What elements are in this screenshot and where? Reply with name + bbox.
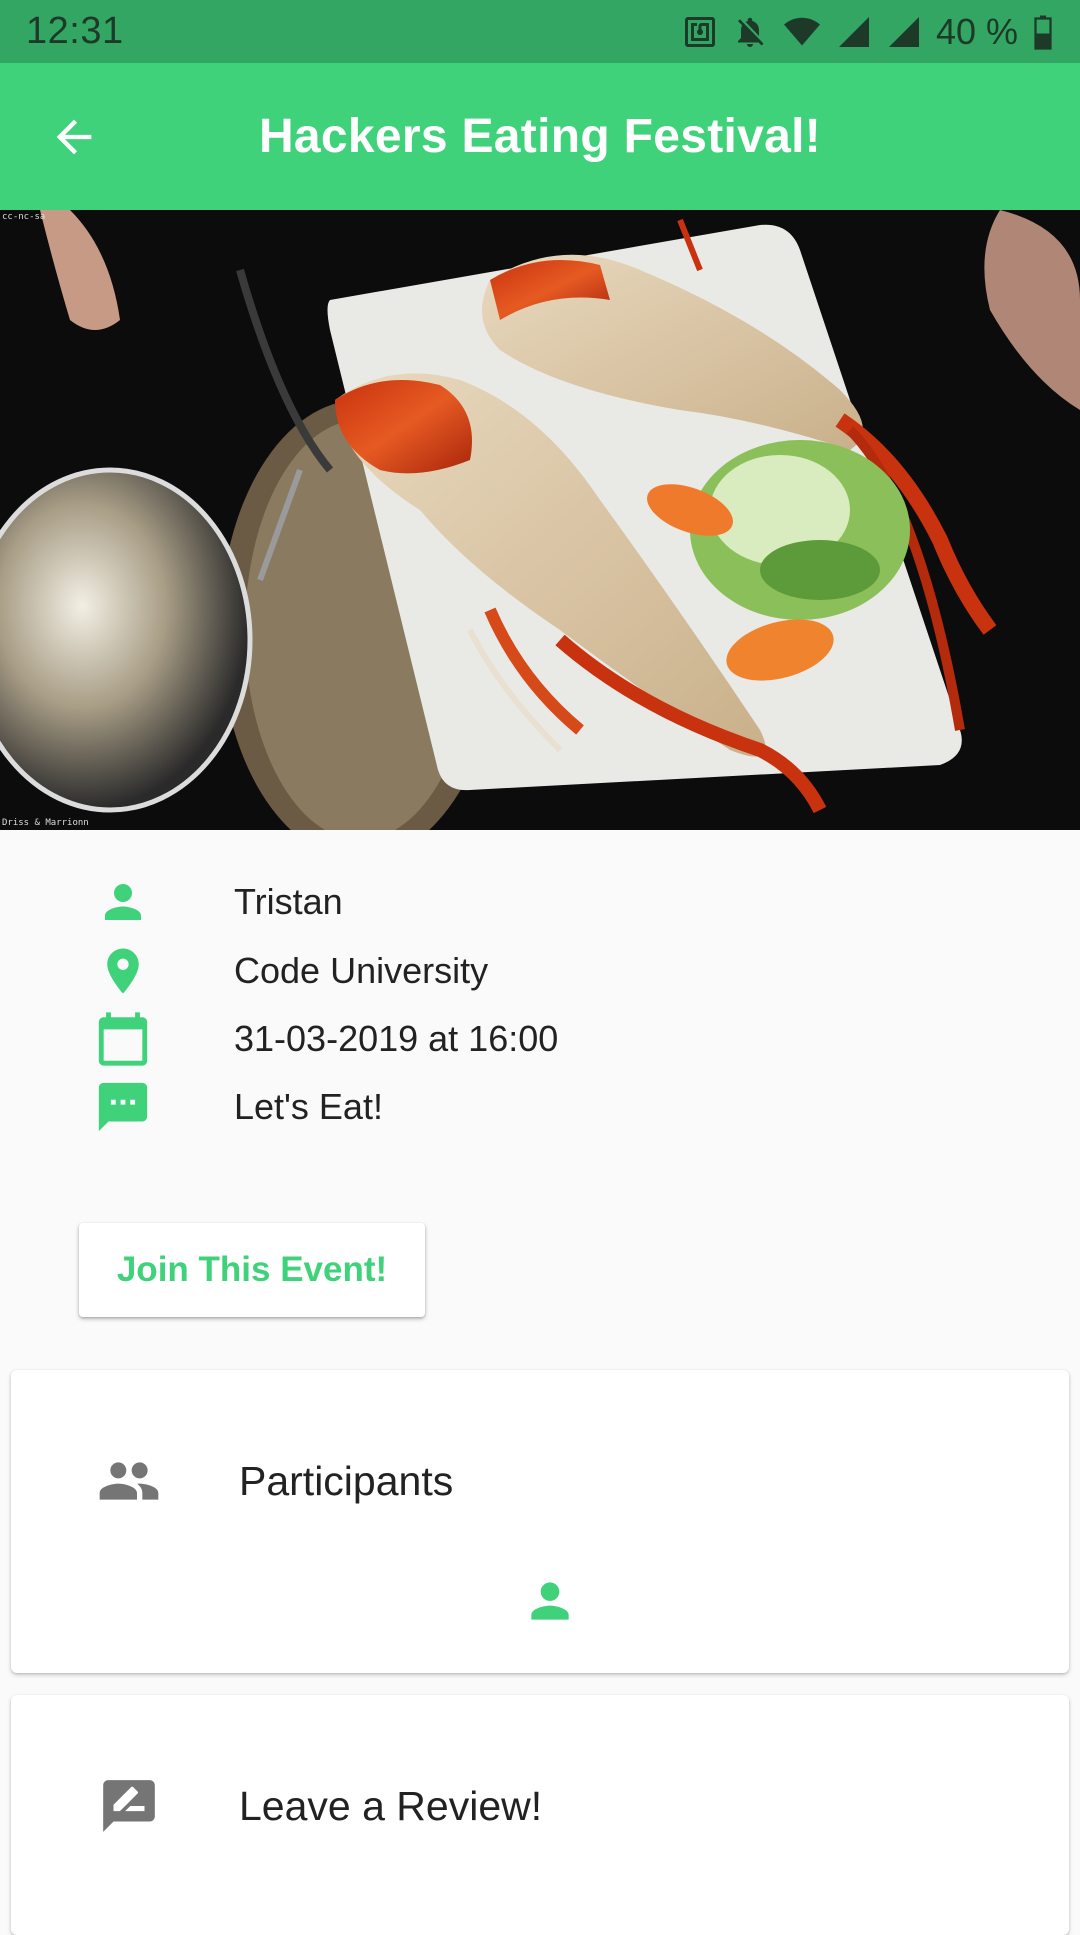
- status-time: 12:31: [26, 10, 124, 52]
- signal-icon: [836, 14, 872, 50]
- signal-icon: [886, 14, 922, 50]
- review-title: Leave a Review!: [239, 1783, 543, 1829]
- location-pin-icon: [94, 942, 152, 1000]
- status-bar: 12:31 40 %: [0, 0, 1080, 63]
- participants-card[interactable]: Participants: [11, 1370, 1069, 1673]
- status-icons: 40 %: [682, 11, 1054, 53]
- app-bar: Hackers Eating Festival!: [0, 63, 1080, 210]
- join-event-button[interactable]: Join This Event!: [79, 1223, 425, 1317]
- rate-review-icon: [92, 1769, 166, 1843]
- nfc-icon: [682, 14, 718, 50]
- arrow-back-icon: [56, 119, 92, 154]
- person-icon: [94, 873, 152, 931]
- battery-text: 40 %: [935, 10, 1018, 52]
- bell-off-icon: [732, 14, 768, 50]
- page-title: Hackers Eating Festival!: [258, 110, 822, 163]
- host-name: Tristan: [234, 881, 343, 922]
- description-row: Let's Eat!: [0, 1073, 1080, 1141]
- wifi-icon: [782, 14, 822, 50]
- event-image: cc-nc-sa Driss & Marrionn: [0, 210, 1080, 830]
- review-card[interactable]: Leave a Review!: [11, 1695, 1069, 1935]
- calendar-icon: [94, 1010, 152, 1068]
- location-row: Code University: [0, 937, 1080, 1005]
- host-row: Tristan: [0, 868, 1080, 936]
- people-icon: [92, 1444, 166, 1518]
- image-credit-top: cc-nc-sa: [2, 212, 46, 222]
- back-button[interactable]: [44, 107, 104, 167]
- participants-title: Participants: [239, 1458, 454, 1504]
- participant-avatar-icon[interactable]: [519, 1570, 581, 1632]
- datetime-row: 31-03-2019 at 16:00: [0, 1005, 1080, 1073]
- datetime-text: 31-03-2019 at 16:00: [234, 1018, 559, 1059]
- message-icon: [94, 1078, 152, 1136]
- image-credit-bottom: Driss & Marrionn: [2, 818, 89, 828]
- battery-icon: [1032, 14, 1054, 50]
- description-text: Let's Eat!: [234, 1086, 383, 1127]
- location-text: Code University: [234, 950, 489, 991]
